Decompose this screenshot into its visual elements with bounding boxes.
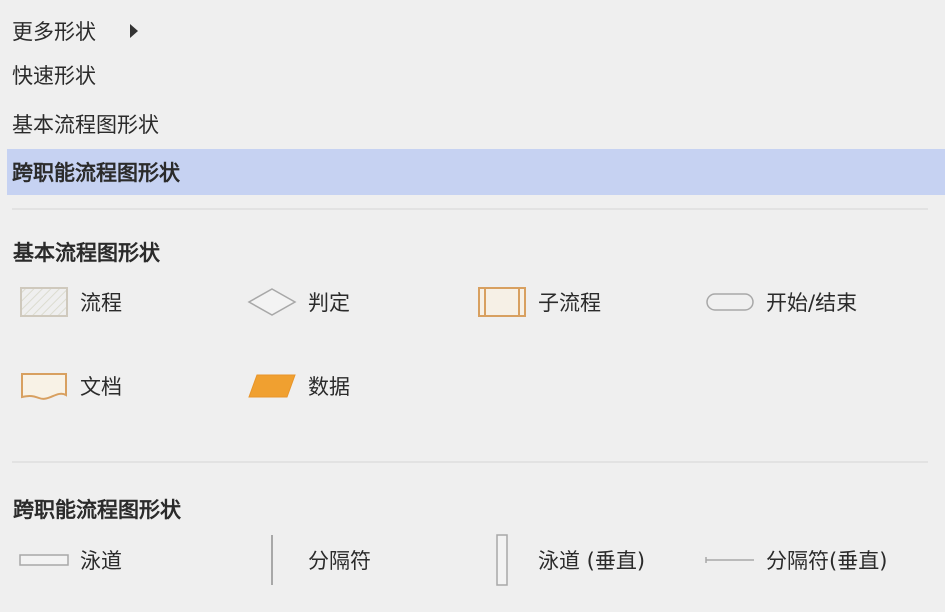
swimlane-icon bbox=[18, 542, 70, 578]
shape-label: 文档 bbox=[80, 375, 122, 399]
shape-separator-vertical[interactable]: 分隔符(垂直) bbox=[704, 540, 887, 580]
separator-vertical-icon bbox=[704, 542, 756, 578]
menu-item-label: 快速形状 bbox=[12, 64, 96, 88]
shape-subprocess[interactable]: 子流程 bbox=[476, 282, 601, 322]
shape-document[interactable]: 文档 bbox=[18, 366, 122, 406]
document-icon bbox=[18, 368, 70, 404]
menu-item-label: 跨职能流程图形状 bbox=[12, 161, 180, 185]
data-parallelogram-icon bbox=[246, 368, 298, 404]
menu-item-basic-flowchart[interactable]: 基本流程图形状 bbox=[7, 101, 945, 147]
shape-terminator[interactable]: 开始/结束 bbox=[704, 282, 857, 322]
process-rect-icon bbox=[18, 284, 70, 320]
submenu-arrow-icon bbox=[130, 24, 138, 38]
shape-label: 子流程 bbox=[538, 291, 601, 315]
section-title-crossfunc: 跨职能流程图形状 bbox=[13, 498, 181, 522]
divider bbox=[12, 461, 928, 463]
shape-swimlane[interactable]: 泳道 bbox=[18, 540, 122, 580]
shape-swimlane-vertical[interactable]: 泳道 (垂直) bbox=[476, 534, 646, 586]
shape-label: 泳道 (垂直) bbox=[538, 549, 646, 573]
shape-label: 分隔符(垂直) bbox=[766, 549, 888, 573]
menu-item-quick-shapes[interactable]: 快速形状 bbox=[7, 52, 945, 98]
divider bbox=[12, 208, 928, 210]
separator-icon bbox=[246, 535, 298, 585]
menu-item-crossfunc-flowchart[interactable]: 跨职能流程图形状 bbox=[7, 149, 945, 195]
menu-item-label: 基本流程图形状 bbox=[12, 113, 159, 137]
terminator-icon bbox=[704, 284, 756, 320]
section-title-basic: 基本流程图形状 bbox=[13, 241, 160, 265]
menu-item-label: 更多形状 bbox=[12, 20, 96, 44]
shape-label: 开始/结束 bbox=[766, 291, 858, 315]
shape-separator[interactable]: 分隔符 bbox=[246, 535, 371, 585]
decision-diamond-icon bbox=[246, 284, 298, 320]
shape-process[interactable]: 流程 bbox=[18, 282, 122, 322]
shape-decision[interactable]: 判定 bbox=[246, 282, 350, 322]
shape-label: 流程 bbox=[80, 291, 122, 315]
shape-label: 分隔符 bbox=[308, 549, 371, 573]
shape-label: 数据 bbox=[308, 375, 350, 399]
menu-item-more-shapes[interactable]: 更多形状 bbox=[7, 8, 945, 54]
shape-label: 泳道 bbox=[80, 549, 122, 573]
subprocess-icon bbox=[476, 284, 528, 320]
shape-data[interactable]: 数据 bbox=[246, 366, 350, 406]
swimlane-vertical-icon bbox=[476, 534, 528, 586]
shape-label: 判定 bbox=[308, 291, 350, 315]
